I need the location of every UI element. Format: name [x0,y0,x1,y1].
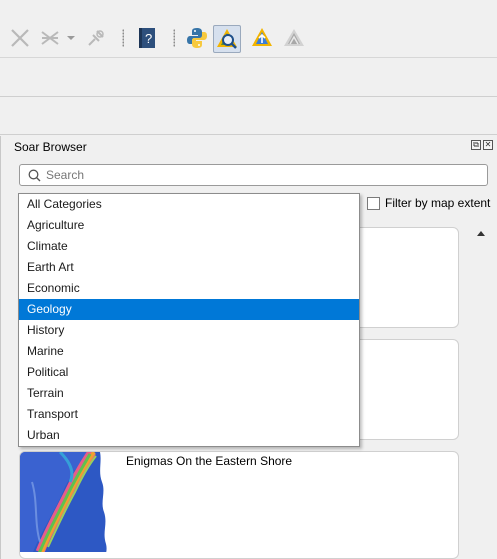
category-option[interactable]: All Categories [19,194,359,215]
category-option[interactable]: Economic [19,278,359,299]
category-option[interactable]: Agriculture [19,215,359,236]
soar-upload-icon[interactable] [248,24,276,52]
search-field[interactable] [19,164,488,186]
close-x-icon[interactable] [6,24,34,52]
python-icon[interactable] [183,24,211,52]
scroll-up-arrow-icon[interactable] [477,231,485,236]
search-icon [28,169,41,182]
category-option[interactable]: Political [19,362,359,383]
toolbar-separator [173,29,175,47]
filter-checkbox[interactable] [367,196,380,210]
category-option-selected[interactable]: Geology [19,299,359,320]
plugin-toolbar: ? [0,0,497,58]
toolbar-row-empty [0,59,497,97]
soar-browser-icon[interactable] [213,25,241,53]
toolbar-separator [122,29,124,47]
panel-title: Soar Browser [14,140,87,154]
merge-x-icon[interactable] [36,24,64,52]
panel-buttons: ⧉ ✕ [471,140,493,150]
category-option[interactable]: Transport [19,404,359,425]
category-dropdown-list[interactable]: All Categories Agriculture Climate Earth… [18,193,360,447]
close-panel-button[interactable]: ✕ [483,140,493,150]
soar-disabled-icon[interactable] [280,24,308,52]
toolbar-row-empty [0,98,497,135]
category-option[interactable]: Earth Art [19,257,359,278]
result-title: Enigmas On the Eastern Shore [126,454,293,468]
dropdown-arrow-icon[interactable] [64,24,78,52]
category-option[interactable]: Urban [19,425,359,446]
filter-label: Filter by map extent [385,196,491,210]
help-book-icon[interactable]: ? [133,24,161,52]
category-option[interactable]: Climate [19,236,359,257]
filter-by-map-extent[interactable]: Filter by map extent [367,196,490,210]
svg-text:?: ? [145,31,152,46]
search-input[interactable] [46,167,476,183]
plugin-tool-icon[interactable] [82,24,110,52]
results-scrollbar[interactable] [473,224,489,559]
category-option[interactable]: Terrain [19,383,359,404]
category-option[interactable]: Marine [19,341,359,362]
category-option[interactable]: History [19,320,359,341]
result-thumbnail [20,452,120,552]
float-panel-button[interactable]: ⧉ [471,140,481,150]
result-card[interactable]: Enigmas On the Eastern Shore [19,451,459,559]
